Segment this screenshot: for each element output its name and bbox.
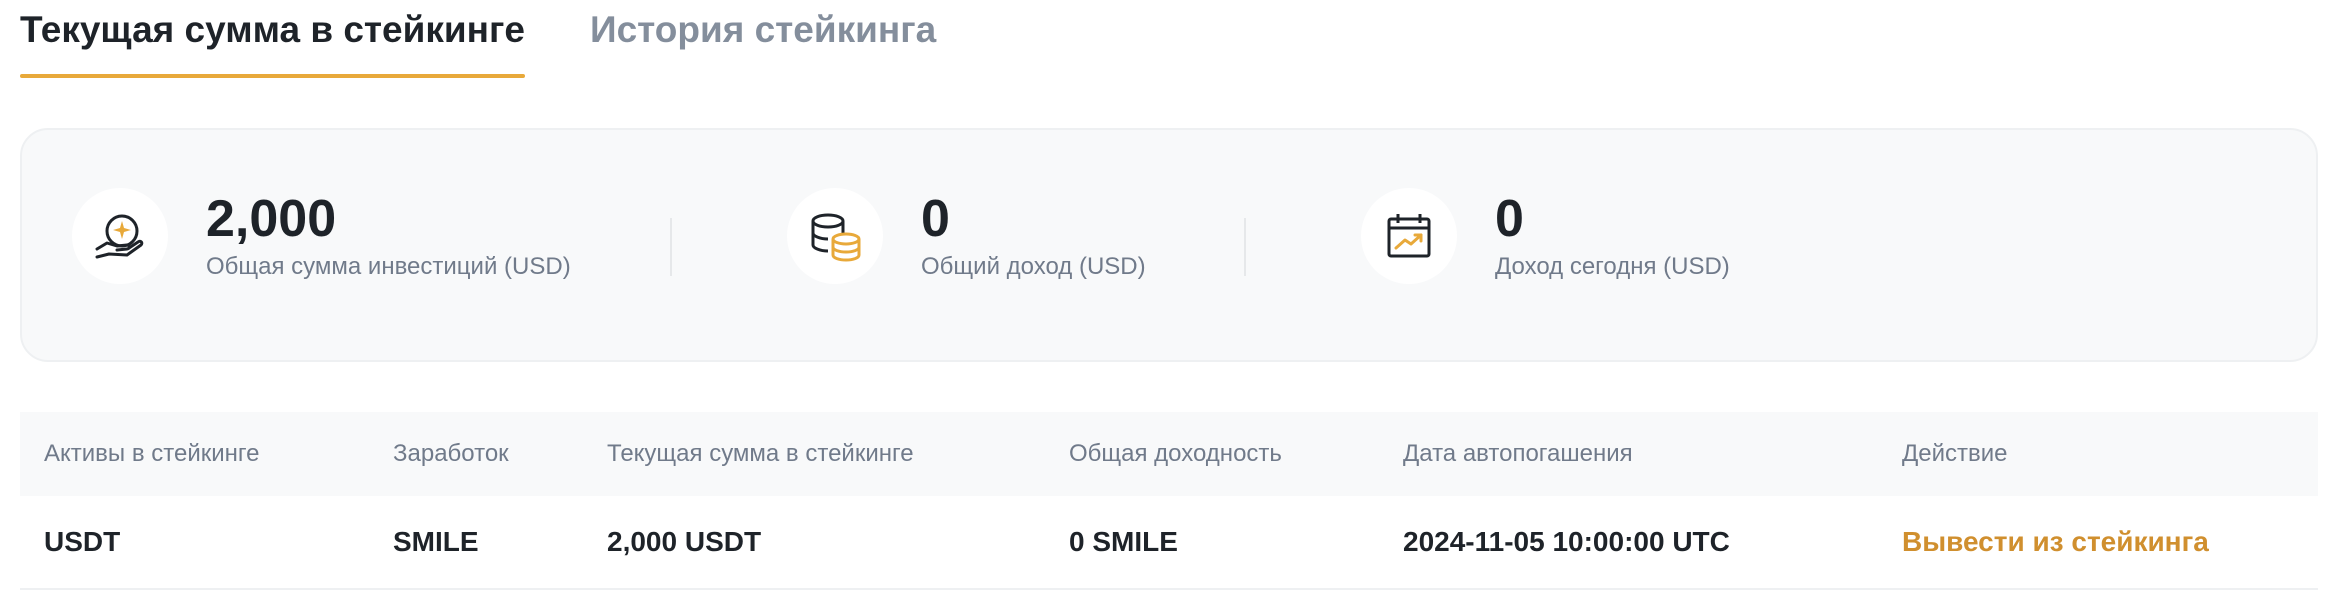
header-current-amount: Текущая сумма в стейкинге xyxy=(607,440,914,467)
tab-staking-history[interactable]: История стейкинга xyxy=(590,0,936,80)
today-income-label: Доход сегодня (USD) xyxy=(1495,253,1730,280)
staking-summary-card: 2,000 Общая сумма инвестиций (USD) 0 Общ… xyxy=(20,128,2318,362)
staking-table-header: Активы в стейкинге Заработок Текущая сум… xyxy=(20,412,2318,496)
header-action: Действие xyxy=(1902,440,2008,467)
cell-auto-redeem-date: 2024-11-05 10:00:00 UTC xyxy=(1403,526,1730,557)
staking-tabs: Текущая сумма в стейкинге История стейки… xyxy=(20,0,936,80)
total-income-label: Общий доход (USD) xyxy=(921,253,1146,280)
today-income-value: 0 xyxy=(1495,190,1524,248)
unstake-link[interactable]: Вывести из стейкинга xyxy=(1902,496,2209,588)
total-investment-value: 2,000 xyxy=(206,190,337,248)
cell-asset: USDT xyxy=(44,526,121,557)
cell-earning: SMILE xyxy=(393,526,479,557)
cell-current-amount: 2,000 USDT xyxy=(607,526,762,557)
calendar-chart-icon xyxy=(1361,188,1457,284)
total-investment-label: Общая сумма инвестиций (USD) xyxy=(206,253,571,280)
coin-stack-icon xyxy=(787,188,883,284)
hand-coin-icon xyxy=(72,188,168,284)
stat-divider xyxy=(670,218,672,276)
header-auto-redeem-date: Дата автопогашения xyxy=(1403,440,1633,467)
total-income-stat: 0 Общий доход (USD) xyxy=(787,188,1146,284)
table-row: USDT SMILE 2,000 USDT 0 SMILE 2024-11-05… xyxy=(20,496,2318,590)
header-total-yield: Общая доходность xyxy=(1069,440,1282,467)
header-staked-assets: Активы в стейкинге xyxy=(44,440,260,467)
total-income-value: 0 xyxy=(921,190,950,248)
today-income-stat: 0 Доход сегодня (USD) xyxy=(1361,188,1730,284)
stat-divider xyxy=(1244,218,1246,276)
header-earning: Заработок xyxy=(393,440,509,467)
total-investment-stat: 2,000 Общая сумма инвестиций (USD) xyxy=(72,188,571,284)
cell-total-yield: 0 SMILE xyxy=(1069,526,1178,557)
tab-current-staking[interactable]: Текущая сумма в стейкинге xyxy=(20,0,525,80)
